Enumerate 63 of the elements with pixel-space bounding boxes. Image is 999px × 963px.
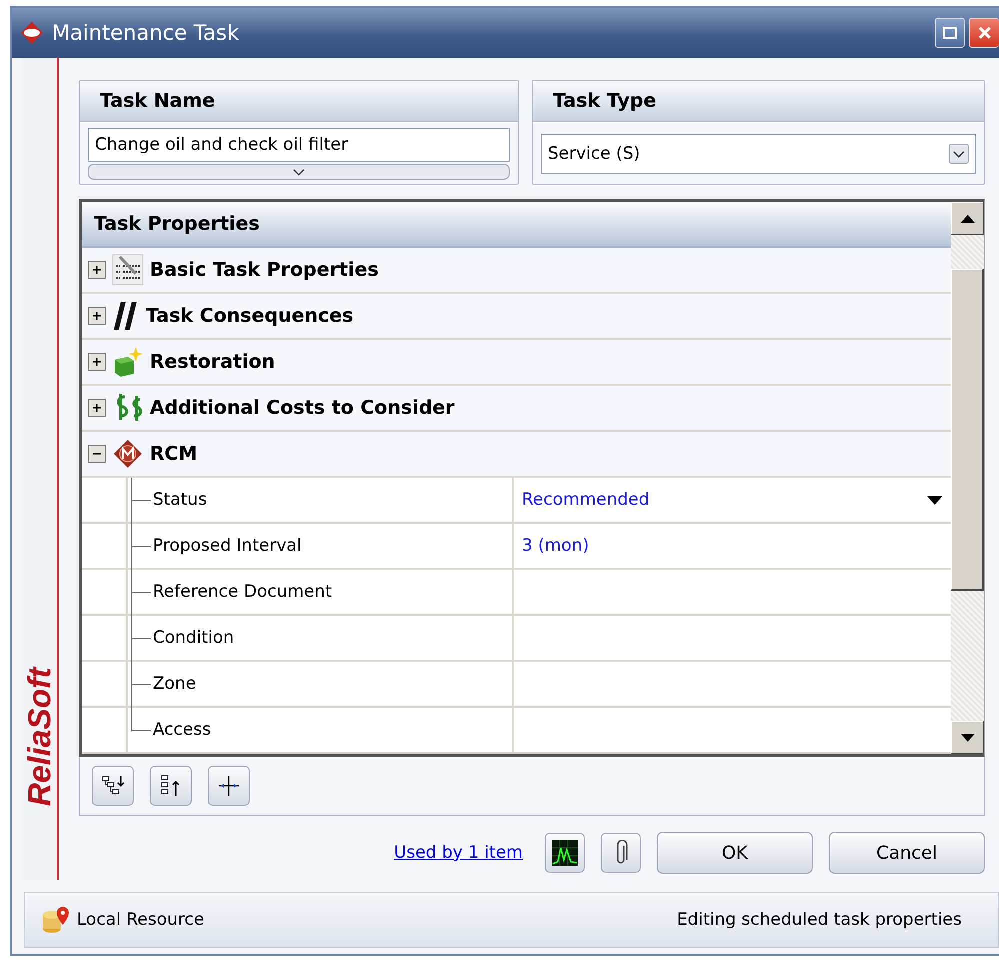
waveform-icon[interactable] <box>552 840 578 866</box>
slash-marks-icon <box>112 300 140 332</box>
chevron-down-icon[interactable] <box>293 168 305 176</box>
status-text: Local Resource <box>77 910 204 930</box>
tree-connector-line <box>131 570 151 616</box>
maximize-icon[interactable] <box>943 27 957 39</box>
property-name: Condition <box>153 628 234 648</box>
tree-connector-line <box>131 616 151 662</box>
expand-toggle-icon[interactable] <box>88 307 106 325</box>
category-row[interactable]: Basic Task Properties <box>82 248 951 294</box>
task-type-dropdown[interactable]: Service (S) <box>541 134 976 174</box>
dropdown-arrow-icon[interactable] <box>927 496 943 504</box>
expand-toggle-icon[interactable] <box>88 399 106 417</box>
cancel-button[interactable]: Cancel <box>829 832 985 874</box>
category-label: Task Consequences <box>146 305 354 327</box>
category-label: Additional Costs to Consider <box>150 397 455 419</box>
expand-all-button[interactable] <box>92 766 134 806</box>
vertical-scrollbar[interactable] <box>951 202 984 754</box>
close-button[interactable] <box>969 18 999 48</box>
expand-toggle-icon[interactable] <box>88 445 106 463</box>
collapse-all-button[interactable] <box>150 766 192 806</box>
panel-heading: Task Type <box>533 81 984 122</box>
property-name: Status <box>153 490 208 510</box>
grid-heading: Task Properties <box>82 202 951 248</box>
crosshair-arrows-icon[interactable] <box>217 774 241 798</box>
status-text: Editing scheduled task properties <box>677 910 962 930</box>
tree-connector-line <box>131 524 151 570</box>
cube-sparkle-icon <box>112 346 144 378</box>
property-name: Access <box>153 720 212 740</box>
property-name: Zone <box>153 674 196 694</box>
m-badge-icon <box>112 438 144 470</box>
arrow-down-icon[interactable] <box>960 734 974 742</box>
scroll-up-button[interactable] <box>951 202 984 235</box>
plot-button[interactable] <box>545 833 585 873</box>
close-icon[interactable] <box>978 26 992 40</box>
window-title: Maintenance Task <box>52 21 240 45</box>
scroll-thumb[interactable] <box>951 269 984 591</box>
category-row[interactable]: Restoration <box>82 340 951 386</box>
used-by-link[interactable]: Used by 1 item <box>394 843 523 863</box>
brand-logo-text: ReliaSoft <box>21 668 58 806</box>
property-name: Proposed Interval <box>153 536 302 556</box>
property-dropdown[interactable]: Recommended <box>514 478 951 522</box>
category-row[interactable]: Additional Costs to Consider <box>82 386 951 432</box>
tree-connector-line <box>131 478 151 524</box>
property-value-cell[interactable]: 3 (mon) <box>514 524 951 568</box>
expand-toggle-icon[interactable] <box>88 353 106 371</box>
scroll-down-button[interactable] <box>951 721 984 754</box>
category-label: RCM <box>150 443 198 465</box>
ok-button[interactable]: OK <box>657 832 813 874</box>
expand-toggle-icon[interactable] <box>88 261 106 279</box>
category-label: Basic Task Properties <box>150 259 379 281</box>
category-row[interactable]: RCM <box>82 432 951 478</box>
coins-pin-icon <box>41 905 71 935</box>
category-label: Restoration <box>150 351 276 373</box>
task-name-field[interactable]: Change oil and check oil filter <box>88 128 510 162</box>
arrow-up-icon[interactable] <box>960 214 974 222</box>
maximize-button[interactable] <box>935 18 965 48</box>
dropdown-button[interactable] <box>949 144 969 164</box>
column-width-button[interactable] <box>208 766 250 806</box>
category-row[interactable]: Task Consequences <box>82 294 951 340</box>
panel-heading: Task Name <box>80 81 518 122</box>
property-name: Reference Document <box>153 582 332 602</box>
attachment-button[interactable] <box>601 833 641 873</box>
